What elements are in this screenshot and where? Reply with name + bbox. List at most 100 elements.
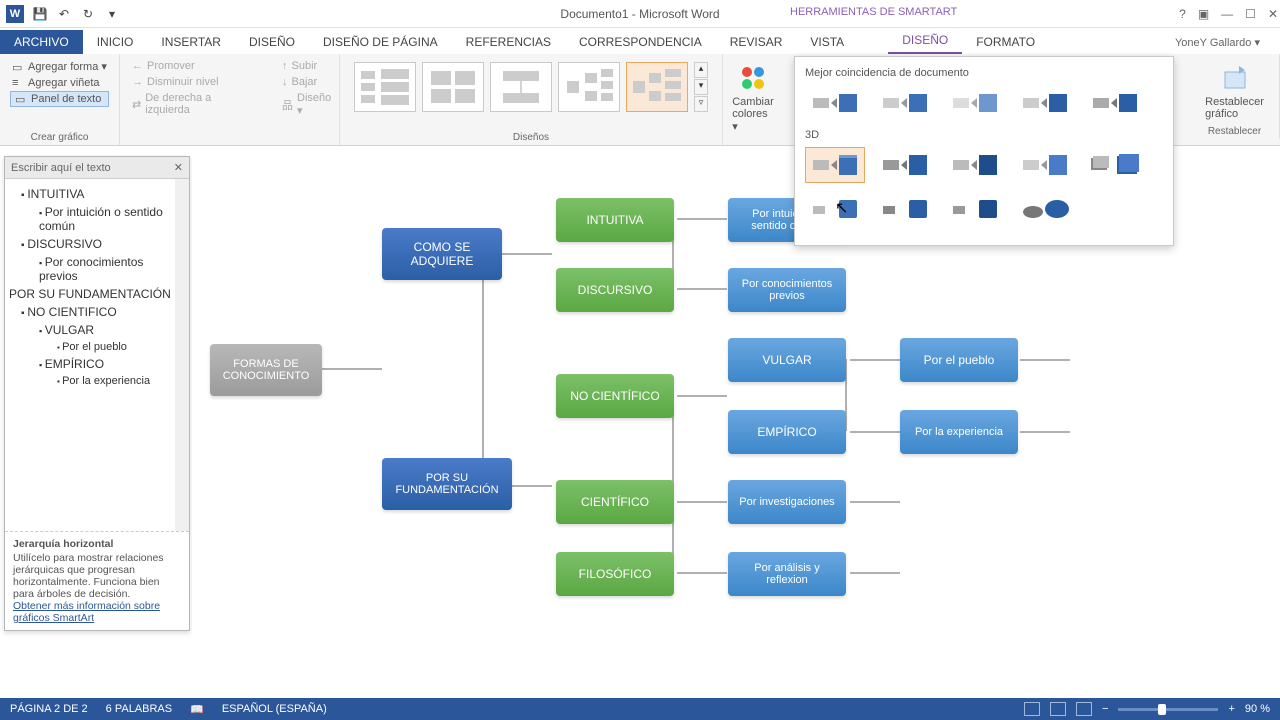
style-thumb-flat-2[interactable] <box>875 85 935 121</box>
text-pane-title: Escribir aquí el texto <box>11 162 111 174</box>
style-thumb-3d-2[interactable] <box>875 147 935 183</box>
maximize-icon[interactable]: ☐ <box>1245 7 1256 21</box>
status-proofing-icon[interactable]: 📖 <box>190 703 204 716</box>
style-thumb-3d-5[interactable] <box>1085 147 1145 183</box>
move-up-button[interactable]: ↑Subir <box>280 58 329 74</box>
help-icon[interactable]: ? <box>1179 7 1186 21</box>
node-l4a[interactable]: Por el pueblo <box>900 338 1018 382</box>
text-pane-item[interactable]: NO CIENTIFICO <box>9 303 185 321</box>
node-l2d[interactable]: CIENTÍFICO <box>556 480 674 524</box>
text-pane-close-icon[interactable]: ✕ <box>174 161 183 174</box>
desc-link[interactable]: Obtener más información sobre gráficos S… <box>13 600 160 624</box>
layout-thumb-1[interactable] <box>354 62 416 112</box>
style-thumb-flat-5[interactable] <box>1085 85 1145 121</box>
text-pane-item[interactable]: DISCURSIVO <box>9 235 185 253</box>
style-thumb-3d-1[interactable] <box>805 147 865 183</box>
style-thumb-flat-1[interactable] <box>805 85 865 121</box>
style-thumb-3d-8[interactable] <box>945 191 1005 227</box>
node-l4b[interactable]: Por la experiencia <box>900 410 1018 454</box>
layout-button[interactable]: 品Diseño ▾ <box>280 90 329 119</box>
demote-button[interactable]: →Disminuir nivel <box>130 74 260 90</box>
node-l3c[interactable]: VULGAR <box>728 338 846 382</box>
tab-insert[interactable]: INSERTAR <box>147 30 235 54</box>
node-l2e[interactable]: FILOSÓFICO <box>556 552 674 596</box>
tab-home[interactable]: INICIO <box>83 30 148 54</box>
node-l1b[interactable]: POR SU FUNDAMENTACIÓN <box>382 458 512 510</box>
style-thumb-flat-3[interactable] <box>945 85 1005 121</box>
layout-thumb-4[interactable] <box>558 62 620 112</box>
node-l2c[interactable]: NO CIENTÍFICO <box>556 374 674 418</box>
node-l2b[interactable]: DISCURSIVO <box>556 268 674 312</box>
undo-icon[interactable]: ↶ <box>56 6 72 22</box>
tab-mailings[interactable]: CORRESPONDENCIA <box>565 30 716 54</box>
style-thumb-3d-6[interactable] <box>805 191 865 227</box>
redo-icon[interactable]: ↻ <box>80 6 96 22</box>
node-l3f[interactable]: Por análisis y reflexion <box>728 552 846 596</box>
add-shape-button[interactable]: ▭Agregar forma ▾ <box>10 58 109 75</box>
close-icon[interactable]: ✕ <box>1268 7 1278 21</box>
zoom-out-icon[interactable]: − <box>1102 703 1108 715</box>
style-thumb-3d-9[interactable] <box>1015 191 1075 227</box>
style-thumb-3d-4[interactable] <box>1015 147 1075 183</box>
node-l3b[interactable]: Por conocimientos previos <box>728 268 846 312</box>
gallery-down-icon[interactable]: ▾ <box>694 79 708 95</box>
style-thumb-flat-4[interactable] <box>1015 85 1075 121</box>
zoom-slider[interactable] <box>1118 708 1218 711</box>
color-wheel-icon <box>737 62 769 94</box>
tab-design[interactable]: DISEÑO <box>235 30 309 54</box>
text-pane-item[interactable]: Por la experiencia <box>9 373 185 389</box>
change-colors-button[interactable]: Cambiar colores ▾ <box>733 58 773 137</box>
zoom-in-icon[interactable]: + <box>1228 703 1234 715</box>
tab-review[interactable]: REVISAR <box>716 30 797 54</box>
view-web-icon[interactable] <box>1076 702 1092 716</box>
ribbon-display-icon[interactable]: ▣ <box>1198 7 1209 21</box>
minimize-icon[interactable]: — <box>1221 7 1233 21</box>
layout-thumb-3[interactable] <box>490 62 552 112</box>
view-print-icon[interactable] <box>1050 702 1066 716</box>
rtl-button[interactable]: ⇄De derecha a izquierda <box>130 90 260 118</box>
move-down-button[interactable]: ↓Bajar <box>280 74 329 90</box>
text-pane-scrollbar[interactable] <box>175 179 189 578</box>
layouts-gallery[interactable]: ▴ ▾ ▿ <box>350 58 712 116</box>
tab-page-layout[interactable]: DISEÑO DE PÁGINA <box>309 30 452 54</box>
tab-smartart-design[interactable]: DISEÑO <box>888 28 962 54</box>
text-pane-list: INTUITIVA Por intuición o sentido común … <box>9 185 185 389</box>
desc-title: Jerarquía horizontal <box>13 538 181 550</box>
tab-smartart-format[interactable]: FORMATO <box>962 30 1049 54</box>
status-language[interactable]: ESPAÑOL (ESPAÑA) <box>222 703 327 716</box>
text-pane-item[interactable]: Por conocimientos previos <box>9 253 185 285</box>
view-read-icon[interactable] <box>1024 702 1040 716</box>
style-thumb-3d-3[interactable] <box>945 147 1005 183</box>
text-pane-item[interactable]: INTUITIVA <box>9 185 185 203</box>
text-pane-item[interactable]: EMPÍRICO <box>9 355 185 373</box>
reset-icon <box>1219 62 1251 94</box>
text-pane-item[interactable]: Por intuición o sentido común <box>9 203 185 235</box>
text-pane-body[interactable]: INTUITIVA Por intuición o sentido común … <box>5 179 189 499</box>
add-bullet-button[interactable]: ≡Agregar viñeta <box>10 75 109 91</box>
qat-dropdown-icon[interactable]: ▾ <box>104 6 120 22</box>
text-pane-item[interactable]: VULGAR <box>9 321 185 339</box>
zoom-level[interactable]: 90 % <box>1245 703 1270 715</box>
tab-references[interactable]: REFERENCIAS <box>452 30 565 54</box>
text-pane-button[interactable]: ▭Panel de texto <box>10 91 109 107</box>
user-account[interactable]: YoneY Gallardo ▾ <box>1175 36 1260 49</box>
node-l3e[interactable]: Por investigaciones <box>728 480 846 524</box>
status-page[interactable]: PÁGINA 2 DE 2 <box>10 703 88 716</box>
layout-thumb-5-selected[interactable] <box>626 62 688 112</box>
save-icon[interactable]: 💾 <box>32 6 48 22</box>
tab-file[interactable]: ARCHIVO <box>0 30 83 54</box>
node-root[interactable]: FORMAS DE CONOCIMIENTO <box>210 344 322 396</box>
style-thumb-3d-7[interactable] <box>875 191 935 227</box>
layout-thumb-2[interactable] <box>422 62 484 112</box>
text-pane-item[interactable]: POR SU FUNDAMENTACIÓN <box>9 285 185 303</box>
reset-graphic-button[interactable]: Restablecer gráfico <box>1200 58 1269 124</box>
gallery-more-icon[interactable]: ▿ <box>694 96 708 112</box>
node-l2a[interactable]: INTUITIVA <box>556 198 674 242</box>
tab-view[interactable]: VISTA <box>796 30 858 54</box>
node-l3d[interactable]: EMPÍRICO <box>728 410 846 454</box>
gallery-up-icon[interactable]: ▴ <box>694 62 708 78</box>
promote-button[interactable]: ←Promover <box>130 58 260 74</box>
text-pane-item[interactable]: Por el pueblo <box>9 339 185 355</box>
node-l1a[interactable]: COMO SE ADQUIERE <box>382 228 502 280</box>
status-words[interactable]: 6 PALABRAS <box>106 703 172 716</box>
